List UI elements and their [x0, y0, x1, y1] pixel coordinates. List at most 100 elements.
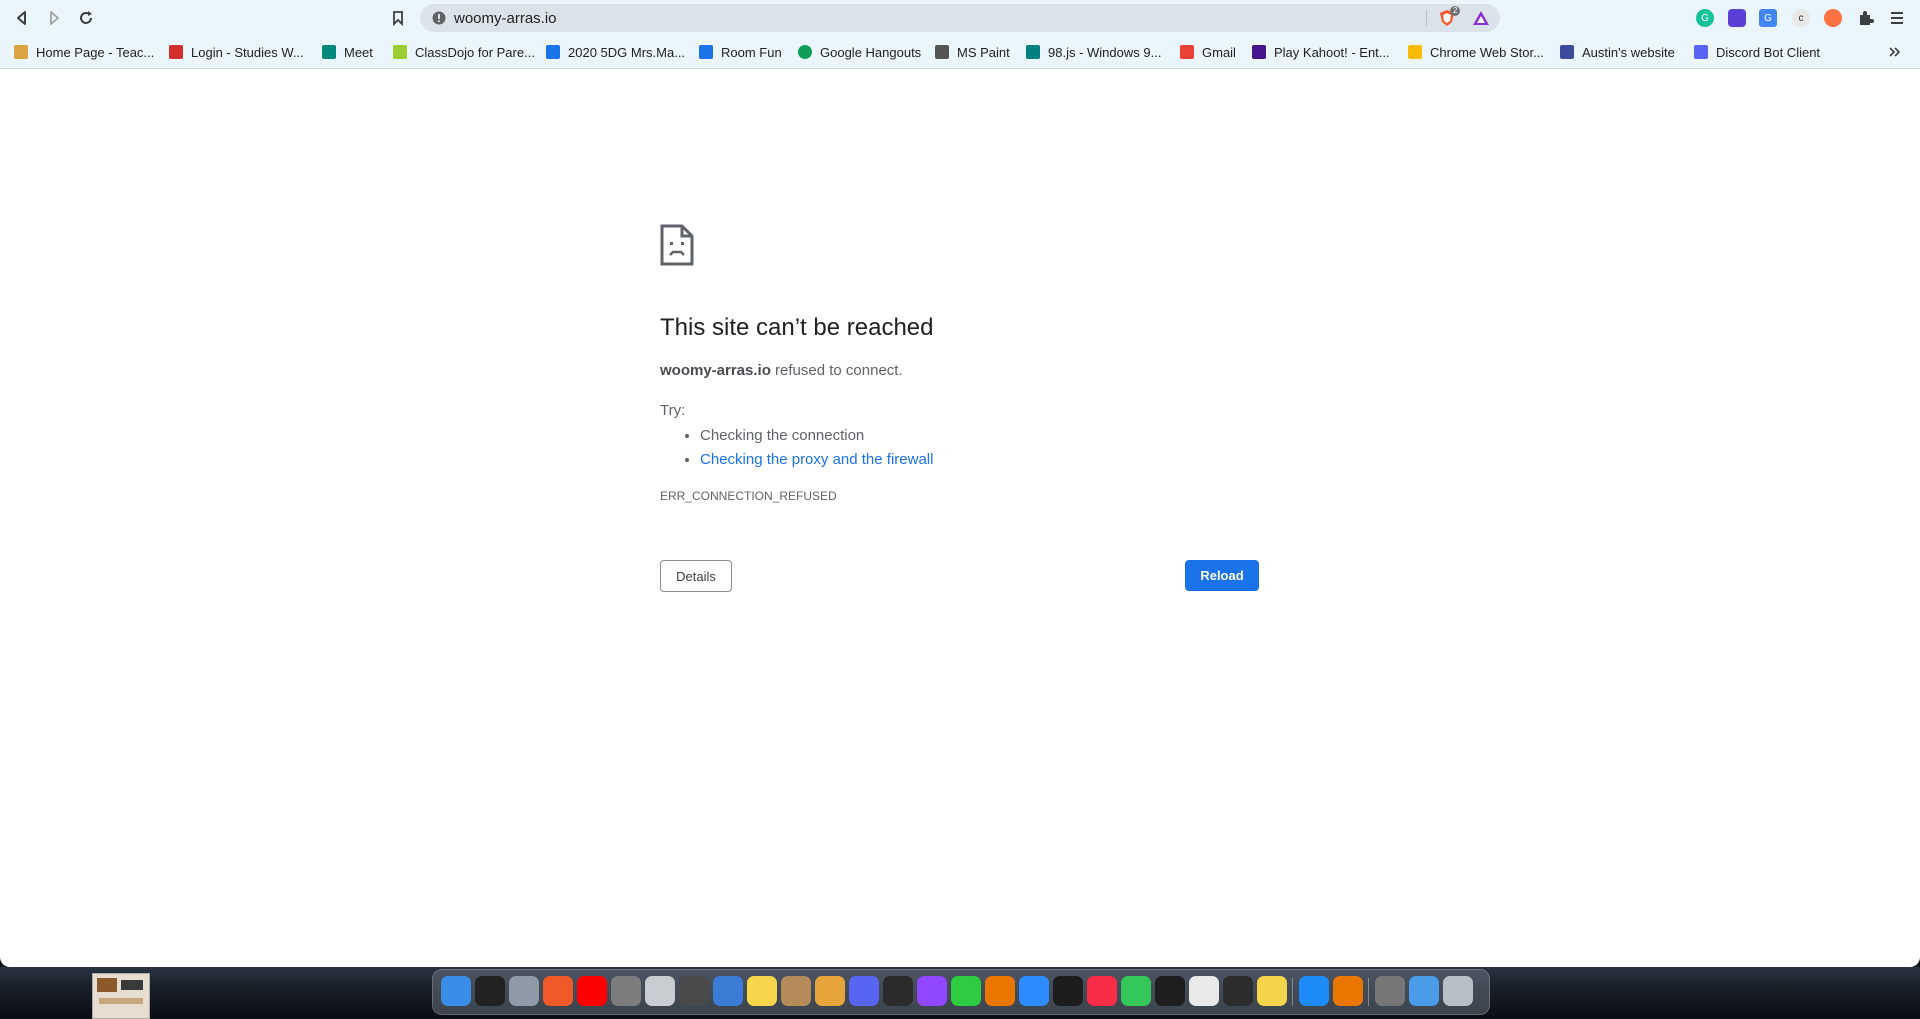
brave-rewards-icon[interactable]: [1472, 10, 1490, 26]
bookmark-label: Chrome Web Stor...: [1430, 44, 1544, 60]
bookmark-label: Discord Bot Client: [1716, 44, 1821, 60]
error-message-text: refused to connect.: [770, 362, 903, 379]
sad-document-icon: [660, 224, 694, 266]
twitch-icon[interactable]: [917, 976, 947, 1006]
bookmark-button[interactable]: [386, 6, 410, 30]
bookmark-label: 98.js - Windows 9...: [1048, 44, 1162, 60]
trash-icon[interactable]: [1443, 976, 1473, 1006]
classdojo-icon: [393, 45, 407, 59]
bookmark-google-hangouts[interactable]: Google Hangouts: [798, 42, 921, 62]
youtube-icon[interactable]: [577, 976, 607, 1006]
app-store-icon[interactable]: [1299, 976, 1329, 1006]
site-info-icon[interactable]: [432, 11, 446, 25]
webstore-icon: [1408, 45, 1422, 59]
terminal-icon[interactable]: [1155, 976, 1185, 1006]
reload-button[interactable]: Reload: [1185, 560, 1259, 591]
bookmark-label: Home Page - Teac...: [36, 44, 155, 60]
bookmark-austins-website[interactable]: Austin's website: [1560, 42, 1675, 62]
proxy-firewall-link[interactable]: Checking the proxy and the firewall: [700, 451, 933, 468]
bookmark-gmail[interactable]: Gmail: [1180, 42, 1236, 62]
discord-dock-icon[interactable]: [849, 976, 879, 1006]
dock: [432, 969, 1490, 1015]
notes-icon[interactable]: [747, 976, 777, 1006]
brave-icon[interactable]: [543, 976, 573, 1006]
extension-dark-icon[interactable]: c: [1792, 9, 1810, 27]
hangouts-icon: [798, 45, 812, 59]
activity-monitor-icon[interactable]: [1053, 976, 1083, 1006]
error-message: woomy-arras.io refused to connect.: [660, 362, 903, 379]
suggestion-item: Checking the proxy and the firewall: [700, 448, 933, 472]
coffee-icon[interactable]: [1375, 976, 1405, 1006]
bookmark-login-studies[interactable]: Login - Studies W...: [169, 42, 304, 62]
bookmark-room-fun[interactable]: Room Fun: [699, 42, 782, 62]
bookmark-label: 2020 5DG Mrs.Ma...: [568, 44, 686, 60]
details-button[interactable]: Details: [660, 560, 732, 592]
bookmark-kahoot[interactable]: Play Kahoot! - Ent...: [1252, 42, 1390, 62]
grammarly-extension-icon[interactable]: G: [1696, 9, 1714, 27]
bookmark-home-page[interactable]: Home Page - Teac...: [14, 42, 154, 62]
extension-purple-icon[interactable]: [1728, 9, 1746, 27]
reload-toolbar-button[interactable]: [74, 6, 98, 30]
messages-icon[interactable]: [1121, 976, 1151, 1006]
blender-icon[interactable]: [985, 976, 1015, 1006]
apple-icon: [169, 45, 183, 59]
bookmark-98js[interactable]: 98.js - Windows 9...: [1026, 42, 1161, 62]
url-text[interactable]: woomy-arras.io: [454, 10, 557, 27]
cyberduck-icon[interactable]: [815, 976, 845, 1006]
browser-toolbar: woomy-arras.io 2 G G c: [0, 0, 1920, 36]
extensions-puzzle-icon[interactable]: [1857, 9, 1875, 27]
teacher-icon: [14, 45, 28, 59]
zoom-icon[interactable]: [1019, 976, 1049, 1006]
facetime-icon[interactable]: [951, 976, 981, 1006]
meet-icon: [322, 45, 336, 59]
error-title: This site can’t be reached: [660, 314, 934, 341]
bookmark-label: Austin's website: [1582, 44, 1675, 60]
roblox-icon[interactable]: [645, 976, 675, 1006]
paint-icon: [935, 45, 949, 59]
menu-icon[interactable]: [1890, 10, 1904, 26]
dock-separator: [1292, 978, 1293, 1006]
suggestions-list: Checking the connection Checking the pro…: [680, 424, 933, 472]
screenshot-thumbnail[interactable]: [92, 973, 150, 1019]
classroom-icon: [546, 45, 560, 59]
bookmark-label: Login - Studies W...: [191, 44, 304, 60]
preview-icon[interactable]: [713, 976, 743, 1006]
dock-separator: [1368, 978, 1369, 1006]
kahoot-icon: [1252, 45, 1266, 59]
site-icon: [1560, 45, 1574, 59]
console-icon[interactable]: [1223, 976, 1253, 1006]
forward-arrow-icon: [50, 11, 59, 25]
try-label: Try:: [660, 402, 686, 419]
bookmark-icon: [393, 11, 403, 26]
bookmark-label: ClassDojo for Pare...: [415, 44, 535, 60]
refresh-icon: [80, 11, 92, 24]
python-launcher-icon[interactable]: [1257, 976, 1287, 1006]
more-bookmarks-chevron-icon[interactable]: [1888, 46, 1902, 58]
extension-orange-icon[interactable]: [1824, 9, 1842, 27]
contacts-icon[interactable]: [781, 976, 811, 1006]
file-manager-icon[interactable]: [679, 976, 709, 1006]
bookmark-2020-5dg[interactable]: 2020 5DG Mrs.Ma...: [546, 42, 685, 62]
music-icon[interactable]: [1087, 976, 1117, 1006]
obs-icon[interactable]: [883, 976, 913, 1006]
downloads-folder-icon[interactable]: [1409, 976, 1439, 1006]
bookmark-classdojo[interactable]: ClassDojo for Pare...: [393, 42, 535, 62]
bookmark-discord-bot-client[interactable]: Discord Bot Client: [1694, 42, 1820, 62]
bookmark-ms-paint[interactable]: MS Paint: [935, 42, 1010, 62]
back-button[interactable]: [10, 6, 34, 30]
address-bar[interactable]: woomy-arras.io 2: [420, 4, 1500, 32]
translate-extension-icon[interactable]: G: [1759, 9, 1777, 27]
forward-button[interactable]: [42, 6, 66, 30]
launchpad-icon[interactable]: [509, 976, 539, 1006]
blender-2-icon[interactable]: [1333, 976, 1363, 1006]
bookmark-meet[interactable]: Meet: [322, 42, 373, 62]
finder-icon[interactable]: [441, 976, 471, 1006]
omnibox-divider: [1426, 10, 1427, 26]
widgets-icon[interactable]: [475, 976, 505, 1006]
system-preferences-icon[interactable]: [611, 976, 641, 1006]
bookmarks-bar: Home Page - Teac... Login - Studies W...…: [0, 36, 1920, 69]
suggestion-item: Checking the connection: [700, 424, 933, 448]
bookmark-chrome-web-store[interactable]: Chrome Web Stor...: [1408, 42, 1544, 62]
textedit-icon[interactable]: [1189, 976, 1219, 1006]
error-host: woomy-arras.io: [660, 362, 771, 379]
